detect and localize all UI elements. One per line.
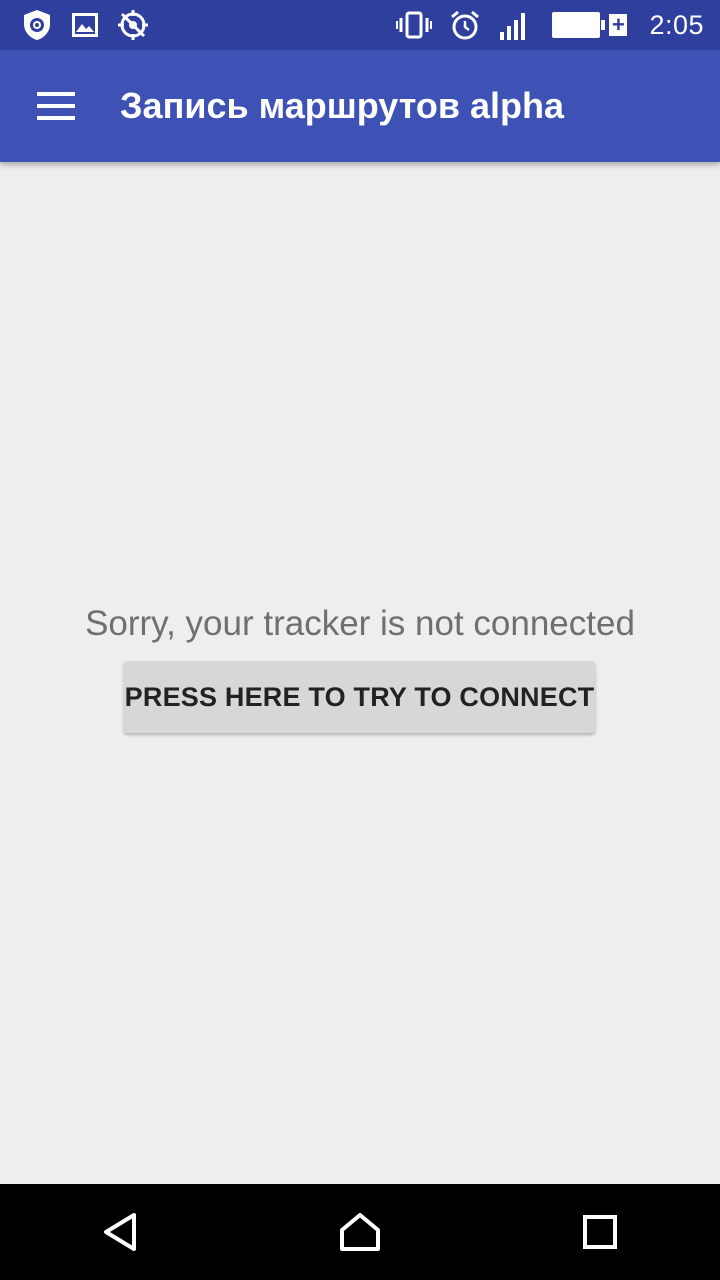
status-right-icons: 75% + 2:05: [378, 10, 704, 41]
app-bar: Запись маршрутов alpha: [0, 50, 720, 162]
battery-cap: [601, 20, 606, 30]
image-icon: [72, 13, 98, 37]
signal-icon: [498, 10, 530, 40]
recents-button[interactable]: [540, 1184, 660, 1280]
shield-icon: [22, 9, 52, 41]
clock: 2:05: [649, 9, 704, 40]
not-connected-message: Sorry, your tracker is not connected: [85, 604, 635, 643]
recents-icon: [583, 1215, 617, 1249]
battery-indicator: 75% +: [552, 12, 628, 38]
back-icon: [104, 1213, 136, 1251]
battery-percent: 75%: [558, 14, 595, 35]
home-icon: [340, 1213, 380, 1251]
hamburger-menu-icon: [37, 92, 75, 120]
hamburger-menu-button[interactable]: [0, 50, 112, 162]
app-title: Запись маршрутов alpha: [120, 85, 565, 126]
charging-icon: +: [609, 14, 628, 36]
back-button[interactable]: [60, 1184, 180, 1280]
battery-icon: 75%: [552, 12, 601, 38]
navigation-bar: [0, 1184, 720, 1280]
vibrate-icon: [396, 11, 433, 39]
main-content: Sorry, your tracker is not connected PRE…: [0, 162, 720, 1184]
alarm-icon: [450, 10, 480, 40]
no-location-icon: [118, 10, 148, 40]
home-button[interactable]: [300, 1184, 420, 1280]
connect-button[interactable]: PRESS HERE TO TRY TO CONNECT: [124, 661, 595, 733]
status-left-icons: [22, 9, 168, 41]
status-bar: 75% + 2:05: [0, 0, 720, 50]
